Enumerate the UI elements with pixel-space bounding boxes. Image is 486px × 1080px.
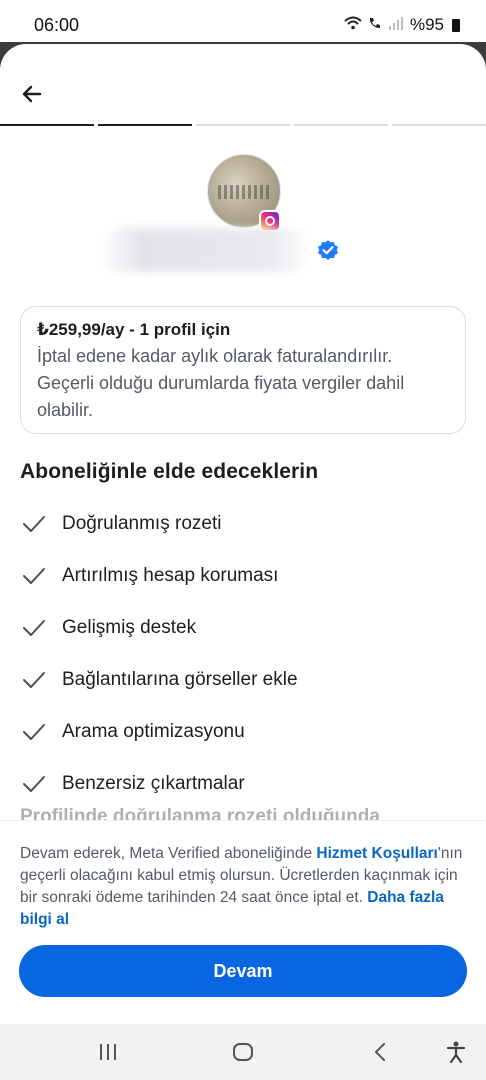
benefit-label: Doğrulanmış rozeti — [62, 513, 222, 534]
benefit-item: Doğrulanmış rozeti — [20, 498, 466, 550]
benefit-item: Arama optimizasyonu — [20, 706, 466, 758]
wifi-calling-icon — [368, 16, 382, 34]
check-icon — [23, 516, 45, 532]
accessibility-button[interactable] — [444, 1038, 468, 1066]
home-icon — [233, 1043, 253, 1061]
benefit-item: Artırılmış hesap koruması — [20, 550, 466, 602]
check-icon — [23, 672, 45, 688]
blurred-profile-name — [100, 228, 312, 272]
step-progress — [0, 124, 486, 127]
chevron-left-icon — [375, 1043, 385, 1061]
battery-percentage: %95 — [409, 15, 444, 34]
price-title: ₺259,99/ay - 1 profil için — [37, 320, 231, 339]
benefit-label: Benzersiz çıkartmalar — [62, 773, 245, 794]
footer: Devam ederek, Meta Verified aboneliğinde… — [0, 820, 486, 1024]
verified-icon — [318, 240, 338, 260]
legal-text: Devam ederek, Meta Verified aboneliğinde… — [20, 843, 466, 931]
benefit-label: Gelişmiş destek — [62, 617, 197, 638]
check-icon — [23, 776, 45, 792]
continue-button[interactable]: Devam — [19, 945, 467, 997]
legal-part-1: Devam ederek, Meta Verified aboneliğinde — [20, 845, 317, 862]
home-button[interactable] — [230, 1038, 256, 1066]
status-time: 06:00 — [34, 15, 80, 35]
nav-back-button[interactable] — [370, 1038, 390, 1066]
accessibility-icon — [446, 1041, 466, 1064]
benefits-title: Aboneliğinle elde edeceklerin — [20, 460, 319, 483]
benefit-label: Arama optimizasyonu — [62, 721, 245, 742]
arrow-left-icon — [22, 85, 42, 103]
progress-segment — [294, 124, 388, 126]
progress-segment — [0, 124, 94, 126]
check-icon — [23, 620, 45, 636]
progress-segment — [196, 124, 290, 126]
benefits-list: Doğrulanmış rozeti Artırılmış hesap korum… — [20, 498, 466, 810]
benefit-item: Benzersiz çıkartmalar — [20, 758, 466, 810]
price-description: İptal edene kadar aylık olarak faturalan… — [37, 346, 405, 420]
bottom-sheet: ₺259,99/ay - 1 profil için İptal edene k… — [0, 44, 486, 1024]
check-icon — [23, 724, 45, 740]
progress-segment — [98, 124, 192, 126]
benefit-item: Gelişmiş destek — [20, 602, 466, 654]
pricing-card: ₺259,99/ay - 1 profil için İptal edene k… — [20, 306, 466, 434]
recents-icon — [100, 1044, 116, 1060]
system-nav-bar — [0, 1024, 486, 1080]
terms-link[interactable]: Hizmet Koşulları — [316, 845, 437, 862]
benefit-label: Bağlantılarına görseller ekle — [62, 669, 298, 690]
benefit-label: Artırılmış hesap koruması — [62, 565, 279, 586]
status-icons: %95 — [344, 15, 460, 35]
wifi-icon — [344, 16, 362, 34]
check-icon — [23, 568, 45, 584]
profile-avatar-wrap — [207, 154, 281, 232]
battery-icon — [452, 18, 460, 32]
progress-segment — [392, 124, 486, 126]
back-button[interactable] — [18, 80, 46, 108]
benefit-item: Bağlantılarına görseller ekle — [20, 654, 466, 706]
signal-icon — [388, 16, 404, 34]
recents-button[interactable] — [96, 1038, 120, 1066]
status-bar: 06:00 %95 — [0, 0, 486, 42]
